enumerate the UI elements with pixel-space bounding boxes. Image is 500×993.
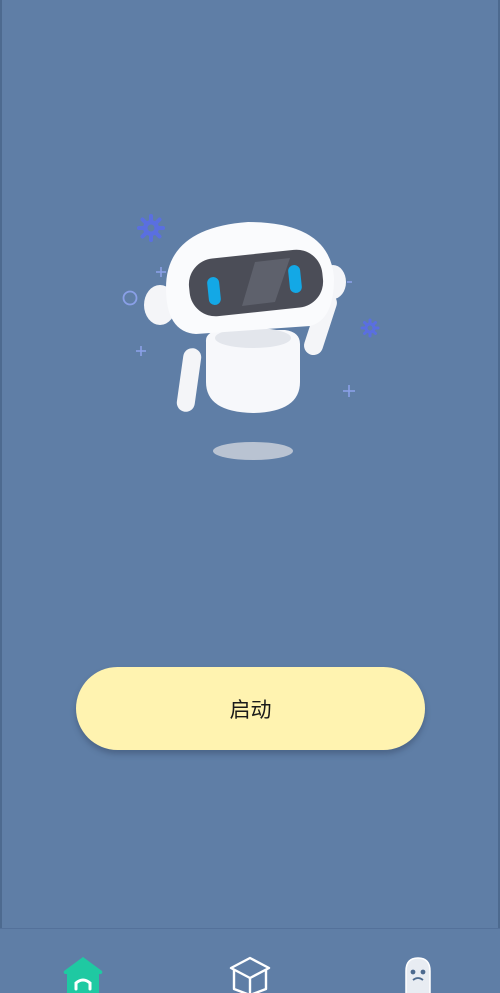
plus-icon [136,346,146,356]
plus-icon [156,267,166,277]
gear-icon [137,214,165,242]
box-icon [229,956,271,993]
nav-item-home[interactable] [43,929,123,993]
gear-icon [360,318,380,338]
robot-shadow [213,442,293,460]
app-screen: 启动 [0,0,500,993]
robot-illustration [122,214,380,460]
left-edge [0,0,2,993]
plus-icon [343,385,355,397]
circle-icon [122,290,138,306]
start-button-label: 启动 [229,698,272,722]
robot-left-arm [176,348,202,412]
home-icon [63,957,103,993]
bottom-navigation [0,928,500,993]
nav-item-ghost[interactable] [378,929,458,993]
start-button[interactable]: 启动 [76,667,425,750]
nav-item-box[interactable] [210,929,290,993]
ghost-icon [405,957,431,993]
